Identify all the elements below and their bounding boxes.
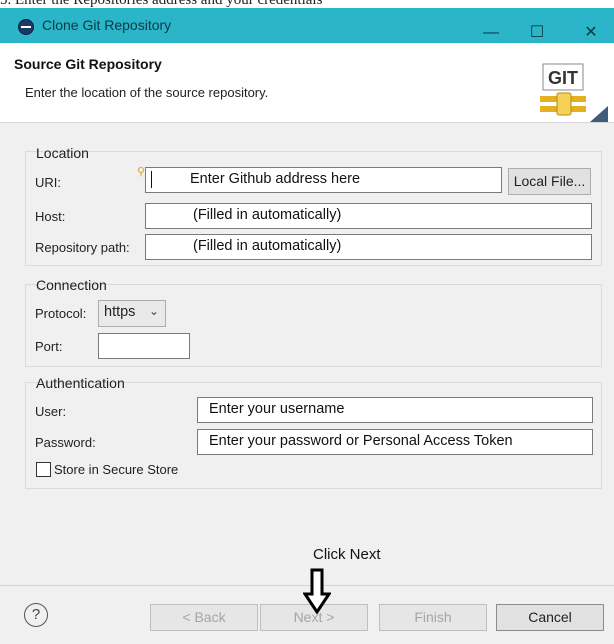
protocol-select[interactable]: https ⌄ <box>98 300 166 327</box>
protocol-label: Protocol: <box>35 306 87 321</box>
wizard-content: Location URI: ⚲ Enter Github address her… <box>0 123 614 585</box>
host-label: Host: <box>35 209 66 224</box>
text-cursor <box>151 171 152 188</box>
password-input-value: Enter your password or Personal Access T… <box>209 433 513 449</box>
info-bulb-icon: ⚲ <box>137 166 146 178</box>
store-secure-label: Store in Secure Store <box>54 462 179 477</box>
repository-path-label: Repository path: <box>35 240 130 255</box>
user-input-value: Enter your username <box>209 401 345 417</box>
user-input[interactable]: Enter your username <box>197 397 593 423</box>
page-description: Enter the location of the source reposit… <box>25 85 269 100</box>
uri-input-value: Enter Github address here <box>190 171 361 187</box>
repository-path-value: (Filled in automatically) <box>193 238 342 254</box>
uri-label: URI: <box>35 175 61 190</box>
title-bar: Clone Git Repository — ☐ ✕ <box>0 8 614 43</box>
back-button[interactable]: < Back <box>150 604 258 631</box>
host-input[interactable]: (Filled in automatically) <box>145 203 592 229</box>
step-caption: 5. Enter the Repositories address and yo… <box>0 0 323 8</box>
git-logo-text: GIT <box>548 68 578 88</box>
port-label: Port: <box>35 339 63 354</box>
help-icon[interactable]: ? <box>24 603 48 627</box>
host-input-value: (Filled in automatically) <box>193 207 342 223</box>
window-title: Clone Git Repository <box>42 17 172 33</box>
cancel-button[interactable]: Cancel <box>496 604 604 631</box>
user-label: User: <box>35 404 67 419</box>
authentication-legend: Authentication <box>36 375 125 391</box>
password-label: Password: <box>35 435 96 450</box>
wizard-header: Source Git Repository Enter the location… <box>0 43 614 123</box>
page-title: Source Git Repository <box>14 56 162 72</box>
annotation-text: Click Next <box>313 546 381 563</box>
protocol-value: https <box>104 304 136 320</box>
repository-path-input[interactable]: (Filled in automatically) <box>145 234 592 260</box>
git-logo-icon: GIT <box>540 60 608 122</box>
local-file-button[interactable]: Local File... <box>508 168 591 195</box>
uri-input[interactable]: Enter Github address here <box>145 167 502 193</box>
finish-button[interactable]: Finish <box>379 604 487 631</box>
eclipse-icon <box>18 19 34 35</box>
store-secure-checkbox[interactable] <box>36 462 51 477</box>
chevron-down-icon: ⌄ <box>149 304 160 318</box>
password-input[interactable]: Enter your password or Personal Access T… <box>197 429 593 455</box>
down-arrow-icon <box>303 568 331 614</box>
location-legend: Location <box>36 145 89 161</box>
connection-legend: Connection <box>36 277 107 293</box>
port-input[interactable] <box>98 333 190 359</box>
